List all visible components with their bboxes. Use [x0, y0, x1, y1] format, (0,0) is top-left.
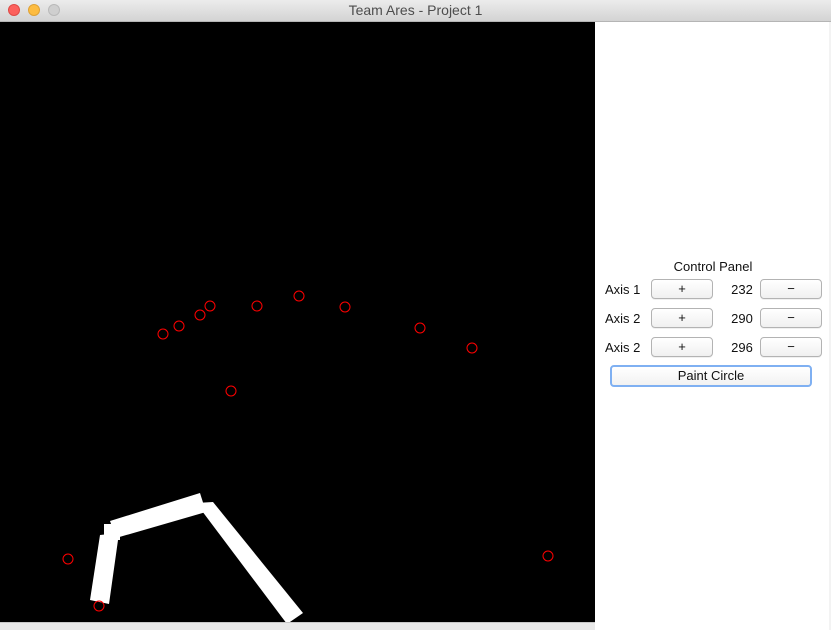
axis-2-increment-button[interactable]: + — [651, 308, 713, 328]
axis-row-2: Axis 2 + 290 − — [605, 308, 822, 330]
arm-segment-upper-right — [196, 502, 303, 622]
axis-label: Axis 2 — [605, 311, 641, 326]
painted-circle — [466, 342, 478, 354]
painted-circle — [173, 320, 185, 332]
title-bar: Team Ares - Project 1 — [0, 0, 831, 22]
painted-circle — [251, 300, 263, 312]
painted-circle — [204, 300, 216, 312]
robot-arm — [90, 493, 303, 622]
axis-row-3: Axis 2 + 296 − — [605, 337, 822, 359]
axis-row-1: Axis 1 + 232 − — [605, 279, 822, 301]
axis-label: Axis 1 — [605, 282, 641, 297]
axis-1-decrement-button[interactable]: − — [760, 279, 822, 299]
paint-circle-button[interactable]: Paint Circle — [610, 365, 812, 387]
arm-segment-top — [110, 493, 206, 538]
painted-circle — [157, 328, 169, 340]
axis-label: Axis 2 — [605, 340, 641, 355]
control-panel-title: Control Panel — [673, 259, 753, 274]
axis-3-decrement-button[interactable]: − — [760, 337, 822, 357]
painted-circle — [62, 553, 74, 565]
app-window: Team Ares - Project 1 Control Panel Axis… — [0, 0, 831, 630]
painted-circle — [93, 600, 105, 612]
axis-value: 232 — [731, 282, 753, 297]
drawing-canvas[interactable] — [0, 22, 595, 622]
painted-circle — [194, 309, 206, 321]
painted-circle — [542, 550, 554, 562]
window-title: Team Ares - Project 1 — [348, 2, 483, 18]
axis-value: 296 — [731, 340, 753, 355]
painted-circle — [339, 301, 351, 313]
arm-joint — [104, 524, 120, 540]
control-panel: Control Panel Axis 1 + 232 − Axis 2 + 29… — [595, 22, 831, 630]
axis-value: 290 — [731, 311, 753, 326]
painted-circles — [62, 290, 554, 612]
painted-circle — [293, 290, 305, 302]
canvas-drawing — [62, 290, 554, 622]
axis-3-increment-button[interactable]: + — [651, 337, 713, 357]
arm-segment-left — [90, 533, 119, 604]
canvas-bottom-edge — [0, 622, 595, 630]
painted-circle — [414, 322, 426, 334]
painted-circle — [225, 385, 237, 397]
axis-2-decrement-button[interactable]: − — [760, 308, 822, 328]
axis-1-increment-button[interactable]: + — [651, 279, 713, 299]
